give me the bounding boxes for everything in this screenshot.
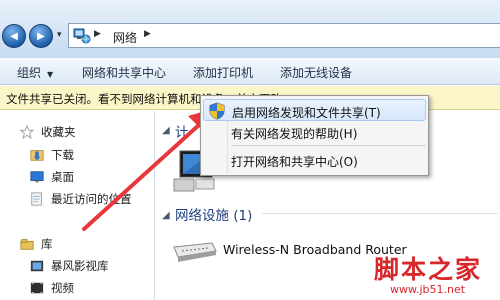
menu-item-discovery-help[interactable]: 有关网络发现的帮助(H) xyxy=(203,121,426,143)
video-icon xyxy=(30,282,44,294)
nav-library[interactable]: 库 xyxy=(19,235,53,253)
group-collapse-icon[interactable]: ◢ xyxy=(162,210,170,221)
group-title-computers[interactable]: 计 xyxy=(175,121,189,141)
address-bar: ◀ ▶ ▾ ▶ 网络 ▶ xyxy=(0,0,500,58)
group-collapse-icon[interactable]: ◢ xyxy=(162,125,170,136)
menu-item-label: 打开网络和共享中心(O) xyxy=(231,155,358,169)
menu-item-label: 启用网络发现和文件共享(T) xyxy=(232,106,381,120)
breadcrumb-separator-icon[interactable]: ▶ xyxy=(144,29,151,39)
nav-item-label: 暴风影视库 xyxy=(51,259,109,273)
breadcrumb-separator-icon[interactable]: ▶ xyxy=(94,29,101,39)
nav-item-downloads[interactable]: 下载 xyxy=(29,146,74,164)
breadcrumb[interactable]: ▶ 网络 ▶ xyxy=(68,23,500,48)
watermark-url: www.jb51.net xyxy=(390,283,466,296)
nav-item-label: 最近访问的位置 xyxy=(51,192,132,206)
back-arrow-icon: ◀ xyxy=(10,30,18,42)
nav-item-label: 视频 xyxy=(51,281,74,295)
router-icon[interactable] xyxy=(172,239,218,265)
add-wireless-device-button[interactable]: 添加无线设备 xyxy=(280,64,352,81)
organize-label: 组织 xyxy=(17,66,42,80)
nav-item-label: 桌面 xyxy=(51,170,74,184)
menu-item-open-sharing-center[interactable]: 打开网络和共享中心(O) xyxy=(203,149,426,171)
nav-item-video-library[interactable]: 暴风影视库 xyxy=(29,257,109,275)
watermark-brand: 脚本之家 xyxy=(374,255,483,284)
chevron-down-icon: ▼ xyxy=(47,70,54,79)
star-icon xyxy=(19,125,35,139)
nav-item-desktop[interactable]: 桌面 xyxy=(29,168,74,186)
organize-menu-button[interactable]: 组织 ▼ xyxy=(17,64,53,81)
menu-item-label: 有关网络发现的帮助(H) xyxy=(231,127,358,141)
network-sharing-center-button[interactable]: 网络和共享中心 xyxy=(82,64,166,81)
forward-arrow-icon: ▶ xyxy=(37,30,45,42)
library-icon xyxy=(20,239,34,250)
desktop-icon xyxy=(30,171,44,183)
nav-favorites-label: 收藏夹 xyxy=(41,125,76,139)
add-printer-button[interactable]: 添加打印机 xyxy=(193,64,253,81)
pane-divider[interactable] xyxy=(154,111,155,300)
menu-item-enable-discovery[interactable]: 启用网络发现和文件共享(T) xyxy=(203,99,426,121)
nav-item-videos[interactable]: 视频 xyxy=(29,279,74,297)
nav-favorites[interactable]: 收藏夹 xyxy=(19,123,76,141)
menu-separator xyxy=(231,145,426,146)
breadcrumb-item-network[interactable]: 网络 xyxy=(113,29,137,46)
video-library-icon xyxy=(30,260,44,272)
back-button[interactable]: ◀ xyxy=(2,24,26,48)
nav-item-recent-places[interactable]: 最近访问的位置 xyxy=(29,190,132,208)
nav-library-label: 库 xyxy=(41,237,53,251)
nav-item-label: 下载 xyxy=(51,148,74,162)
navigation-pane: 收藏夹 下载 桌面 最近访问的位置 库 暴风影视库 视频 xyxy=(0,111,155,300)
recent-places-icon xyxy=(31,192,42,206)
forward-button[interactable]: ▶ xyxy=(29,24,53,48)
context-menu: 启用网络发现和文件共享(T) 有关网络发现的帮助(H) 打开网络和共享中心(O) xyxy=(200,95,429,176)
uac-shield-icon xyxy=(209,102,225,120)
recent-pages-dropdown-icon[interactable]: ▾ xyxy=(57,30,62,40)
group-divider xyxy=(262,213,498,214)
group-title-network-infrastructure[interactable]: 网络设施 (1) xyxy=(175,204,252,224)
command-bar: 组织 ▼ 网络和共享中心 添加打印机 添加无线设备 xyxy=(0,58,500,85)
download-folder-icon xyxy=(30,150,44,161)
network-icon xyxy=(73,28,91,44)
